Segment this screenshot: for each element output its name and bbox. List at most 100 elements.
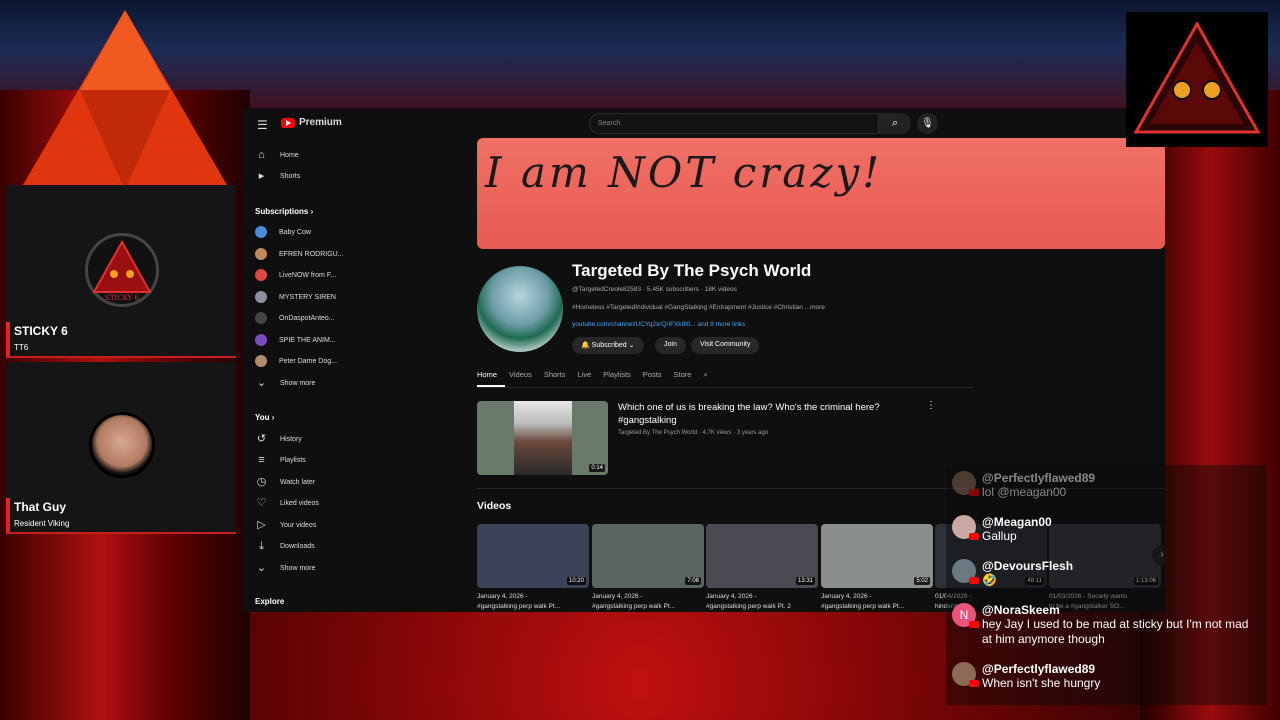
sidebar-item-watch-later[interactable]: ◷ Watch later [255, 476, 315, 489]
sidebar-item-liked-videos[interactable]: ♡ Liked videos [255, 497, 319, 510]
tab-playlists[interactable]: Playlists [603, 370, 639, 387]
chat-username: @Perfectlyflawed89 [982, 471, 1096, 485]
video-duration: 13:31 [795, 577, 815, 585]
youtube-badge-icon [969, 680, 979, 687]
video-date: January 4, 2026 - [821, 593, 872, 600]
more-options-icon[interactable]: ⋮ [926, 400, 936, 411]
chat-overlay: @Perfectlyflawed89 lol @meagan00 @Meagan0… [946, 465, 1266, 705]
tab-store[interactable]: Store [674, 370, 700, 387]
menu-icon[interactable]: ☰ [257, 118, 268, 132]
chat-avatar [952, 559, 979, 584]
svg-text:STICKY 6: STICKY 6 [105, 294, 139, 302]
chat-message: N @NoraSkeem hey Jay I used to be mad at … [952, 603, 1252, 647]
channel-avatar[interactable] [477, 266, 563, 352]
chevron-down-icon: ⌄ [256, 377, 267, 389]
youtube-badge-icon [969, 533, 979, 540]
tab-live[interactable]: Live [578, 370, 600, 387]
bell-icon: 🔔 [581, 342, 590, 349]
search-input[interactable]: Search [589, 113, 879, 134]
channel-avatar [255, 226, 267, 238]
sidebar-item-subscription[interactable]: MYSTERY SIREN [255, 291, 336, 303]
sidebar-item-history[interactable]: ↺ History [255, 433, 302, 446]
sidebar-item-subscription[interactable]: EFREN RODRIGU... [255, 248, 344, 260]
video-thumbnail[interactable]: 7:08 [592, 524, 704, 588]
chat-username: @NoraSkeem [982, 603, 1060, 617]
channel-title: Targeted By The Psych World [572, 261, 812, 280]
video-duration: 7:08 [685, 577, 701, 585]
youtube-play-icon [281, 117, 295, 128]
sidebar-item-playlists[interactable]: ≡ Playlists [255, 454, 305, 467]
chat-text: 🤣 [982, 573, 997, 587]
video-title[interactable]: #gangstalking perp walk Pt. 2 [706, 603, 818, 610]
sidebar-item-subscription[interactable]: LiveNOW from F... [255, 269, 336, 281]
chat-avatar [952, 662, 979, 687]
channel-avatar [255, 248, 267, 260]
chat-message: @Perfectlyflawed89 lol @meagan00 [952, 471, 1252, 500]
banner-handwriting: I am NOT crazy! [485, 148, 883, 197]
featured-video-title[interactable]: Which one of us is breaking the law? Who… [618, 401, 908, 427]
sidebar-item-your-videos[interactable]: ▷ Your videos [255, 519, 316, 532]
tab-posts[interactable]: Posts [643, 370, 670, 387]
cam-sticky6: STICKY 6 STICKY 6 TT6 [6, 185, 236, 358]
cam-name: That Guy [14, 500, 67, 514]
chat-avatar [952, 515, 979, 540]
youtube-logo[interactable]: Premium [281, 117, 342, 128]
channel-banner: I am NOT crazy! [477, 138, 1165, 249]
channel-avatar [255, 334, 267, 346]
tab-shorts[interactable]: Shorts [544, 370, 574, 387]
channel-avatar [255, 312, 267, 324]
featured-video-thumbnail[interactable]: 0:14 [477, 401, 608, 475]
sidebar-item-subscription[interactable]: Peter Dame Dog... [255, 355, 337, 367]
sidebar-item-downloads[interactable]: ⤓ Downloads [255, 540, 315, 553]
channel-avatar [255, 269, 267, 281]
show-more-you[interactable]: ⌄ Show more [255, 562, 316, 575]
cam-subtitle: Resident Viking [14, 519, 70, 528]
chat-message: @DevoursFlesh 🤣 [952, 559, 1252, 588]
tab-videos[interactable]: Videos [509, 370, 540, 387]
chevron-down-icon: ⌄ [256, 562, 267, 574]
video-thumbnail[interactable]: 5:02 [821, 524, 933, 588]
youtube-badge-icon [969, 621, 979, 628]
chat-username: @Perfectlyflawed89 [982, 662, 1096, 676]
video-title[interactable]: #gangstalking perp walk Pt... [821, 603, 933, 610]
cam-name: STICKY 6 [14, 324, 68, 338]
chat-avatar: N [952, 603, 979, 628]
subscriptions-header[interactable]: Subscriptions › [255, 207, 313, 216]
sidebar-item-subscription[interactable]: Baby Cow [255, 226, 311, 238]
visit-community-button[interactable]: Visit Community [691, 337, 760, 354]
chat-text: When isn't she hungry [982, 676, 1101, 690]
tab-home[interactable]: Home [477, 370, 506, 387]
search-icon: ⌕ [891, 117, 899, 129]
download-icon: ⤓ [259, 540, 264, 552]
show-more-subscriptions[interactable]: ⌄ Show more [255, 377, 316, 390]
sidebar-item-home[interactable]: ⌂ Home [255, 149, 299, 162]
videos-section-title[interactable]: Videos [477, 500, 511, 512]
video-title[interactable]: #gangstalking perp walk Pt... [592, 603, 704, 610]
chat-text: hey Jay I used to be mad at sticky but I… [982, 617, 1249, 646]
video-date: January 4, 2026 - [592, 593, 643, 600]
chat-text: Gallup [982, 529, 1017, 543]
video-thumbnail[interactable]: 10:20 [477, 524, 589, 588]
channel-tabs: Home Videos Shorts Live Playlists Posts … [477, 370, 720, 387]
you-header[interactable]: You › [255, 413, 274, 422]
history-icon: ↺ [256, 433, 267, 445]
video-date: January 4, 2026 - [706, 593, 757, 600]
video-duration: 0:14 [589, 464, 605, 472]
channel-links[interactable]: youtube.com/channel/UCYq2xrQnFXk8l0... a… [572, 321, 745, 328]
video-thumbnail[interactable]: 13:31 [706, 524, 818, 588]
search-channel-icon[interactable]: ⌕ [703, 370, 715, 387]
channel-description[interactable]: #Homeless #TargetedIndividual #GangStalk… [572, 304, 825, 311]
sidebar-item-shorts[interactable]: ▸ Shorts [255, 170, 301, 183]
sidebar-item-subscription[interactable]: OnDaspotAnteo... [255, 312, 335, 324]
subscribed-button[interactable]: 🔔 Subscribed ⌄ [572, 337, 644, 354]
join-button[interactable]: Join [655, 337, 686, 354]
shorts-icon: ▸ [258, 170, 265, 182]
search-button[interactable]: ⌕ [879, 113, 911, 134]
sidebar-item-subscription[interactable]: SPIE THE ANIM... [255, 334, 336, 346]
video-title[interactable]: #gangstalking perp walk Pt... [477, 603, 589, 610]
tab-divider [477, 387, 973, 388]
video-icon: ▷ [257, 519, 266, 531]
playlists-icon: ≡ [258, 454, 265, 466]
chat-text: lol @meagan00 [982, 485, 1067, 499]
voice-search-button[interactable]: 🎙 [917, 113, 938, 134]
